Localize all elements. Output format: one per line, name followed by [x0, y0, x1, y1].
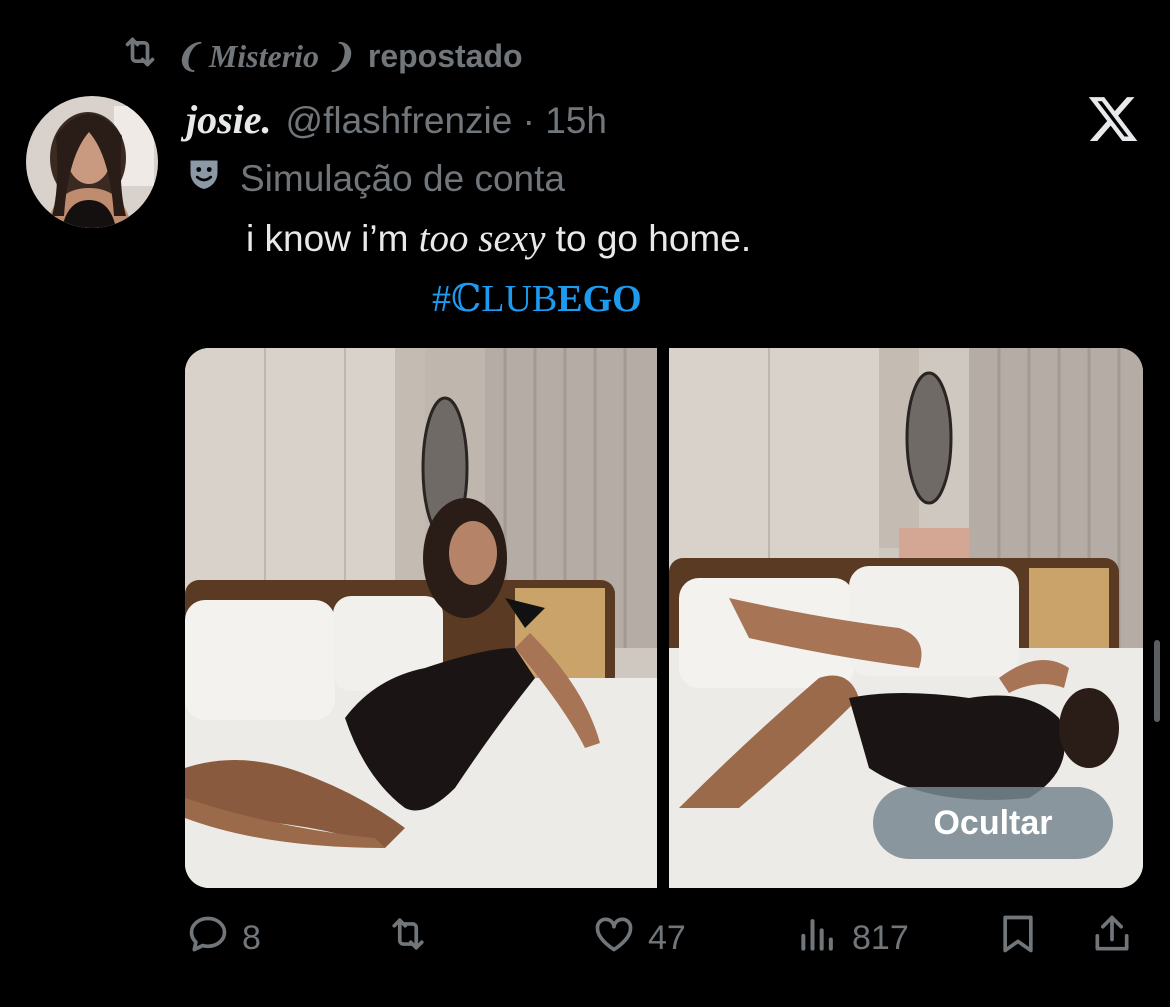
media-grid: Ocultar	[185, 348, 1143, 888]
share-button[interactable]	[1090, 912, 1134, 965]
hashtag-prefix: #ℂLUB	[432, 278, 558, 320]
account-label-text: Simulação de conta	[240, 157, 565, 199]
post-text-after: to go home.	[545, 218, 752, 259]
hashtag-link[interactable]: #ℂLUBEGO	[432, 276, 642, 321]
post-header: josie. @flashfrenzie · 15h	[186, 96, 607, 143]
hashtag-bold: EGO	[557, 278, 642, 320]
reposter-name[interactable]: ❨ Misterio ❩	[174, 37, 354, 75]
media-divider	[657, 348, 669, 888]
bookmark-button[interactable]	[996, 912, 1040, 965]
post-text: i know i’m too sexy to go home.	[246, 216, 751, 261]
reply-icon	[186, 912, 230, 965]
repost-icon	[120, 32, 160, 80]
repost-suffix: repostado	[367, 37, 523, 74]
reply-button[interactable]: 8	[186, 912, 261, 965]
views-button[interactable]: 817	[796, 912, 909, 965]
separator-dot: ·	[522, 100, 535, 141]
media-photo-1[interactable]	[185, 348, 657, 888]
repost-button[interactable]	[386, 912, 442, 965]
account-label[interactable]: Simulação de conta	[186, 156, 565, 201]
share-icon	[1090, 912, 1134, 965]
avatar[interactable]	[26, 96, 158, 228]
views-icon	[796, 912, 840, 965]
scrollbar[interactable]	[1154, 640, 1160, 722]
post-text-before: i know i’m	[246, 218, 419, 259]
heart-icon	[592, 912, 636, 965]
post-text-emphasis: too sexy	[418, 217, 546, 260]
action-bar: 8 47 817	[0, 912, 1170, 968]
reply-count: 8	[242, 919, 261, 957]
like-button[interactable]: 47	[592, 912, 686, 965]
theater-masks-icon	[186, 156, 222, 201]
post-time[interactable]: 15h	[545, 100, 607, 141]
like-count: 47	[648, 919, 686, 957]
display-name[interactable]: josie.	[186, 96, 272, 143]
x-logo-icon	[1086, 92, 1140, 146]
repost-indicator[interactable]: ❨ Misterio ❩ repostado	[120, 36, 523, 76]
hide-media-button[interactable]: Ocultar	[873, 787, 1113, 859]
views-count: 817	[852, 919, 909, 957]
bookmark-icon	[996, 912, 1040, 965]
repost-action-icon	[386, 912, 430, 965]
user-handle[interactable]: @flashfrenzie	[286, 100, 513, 141]
